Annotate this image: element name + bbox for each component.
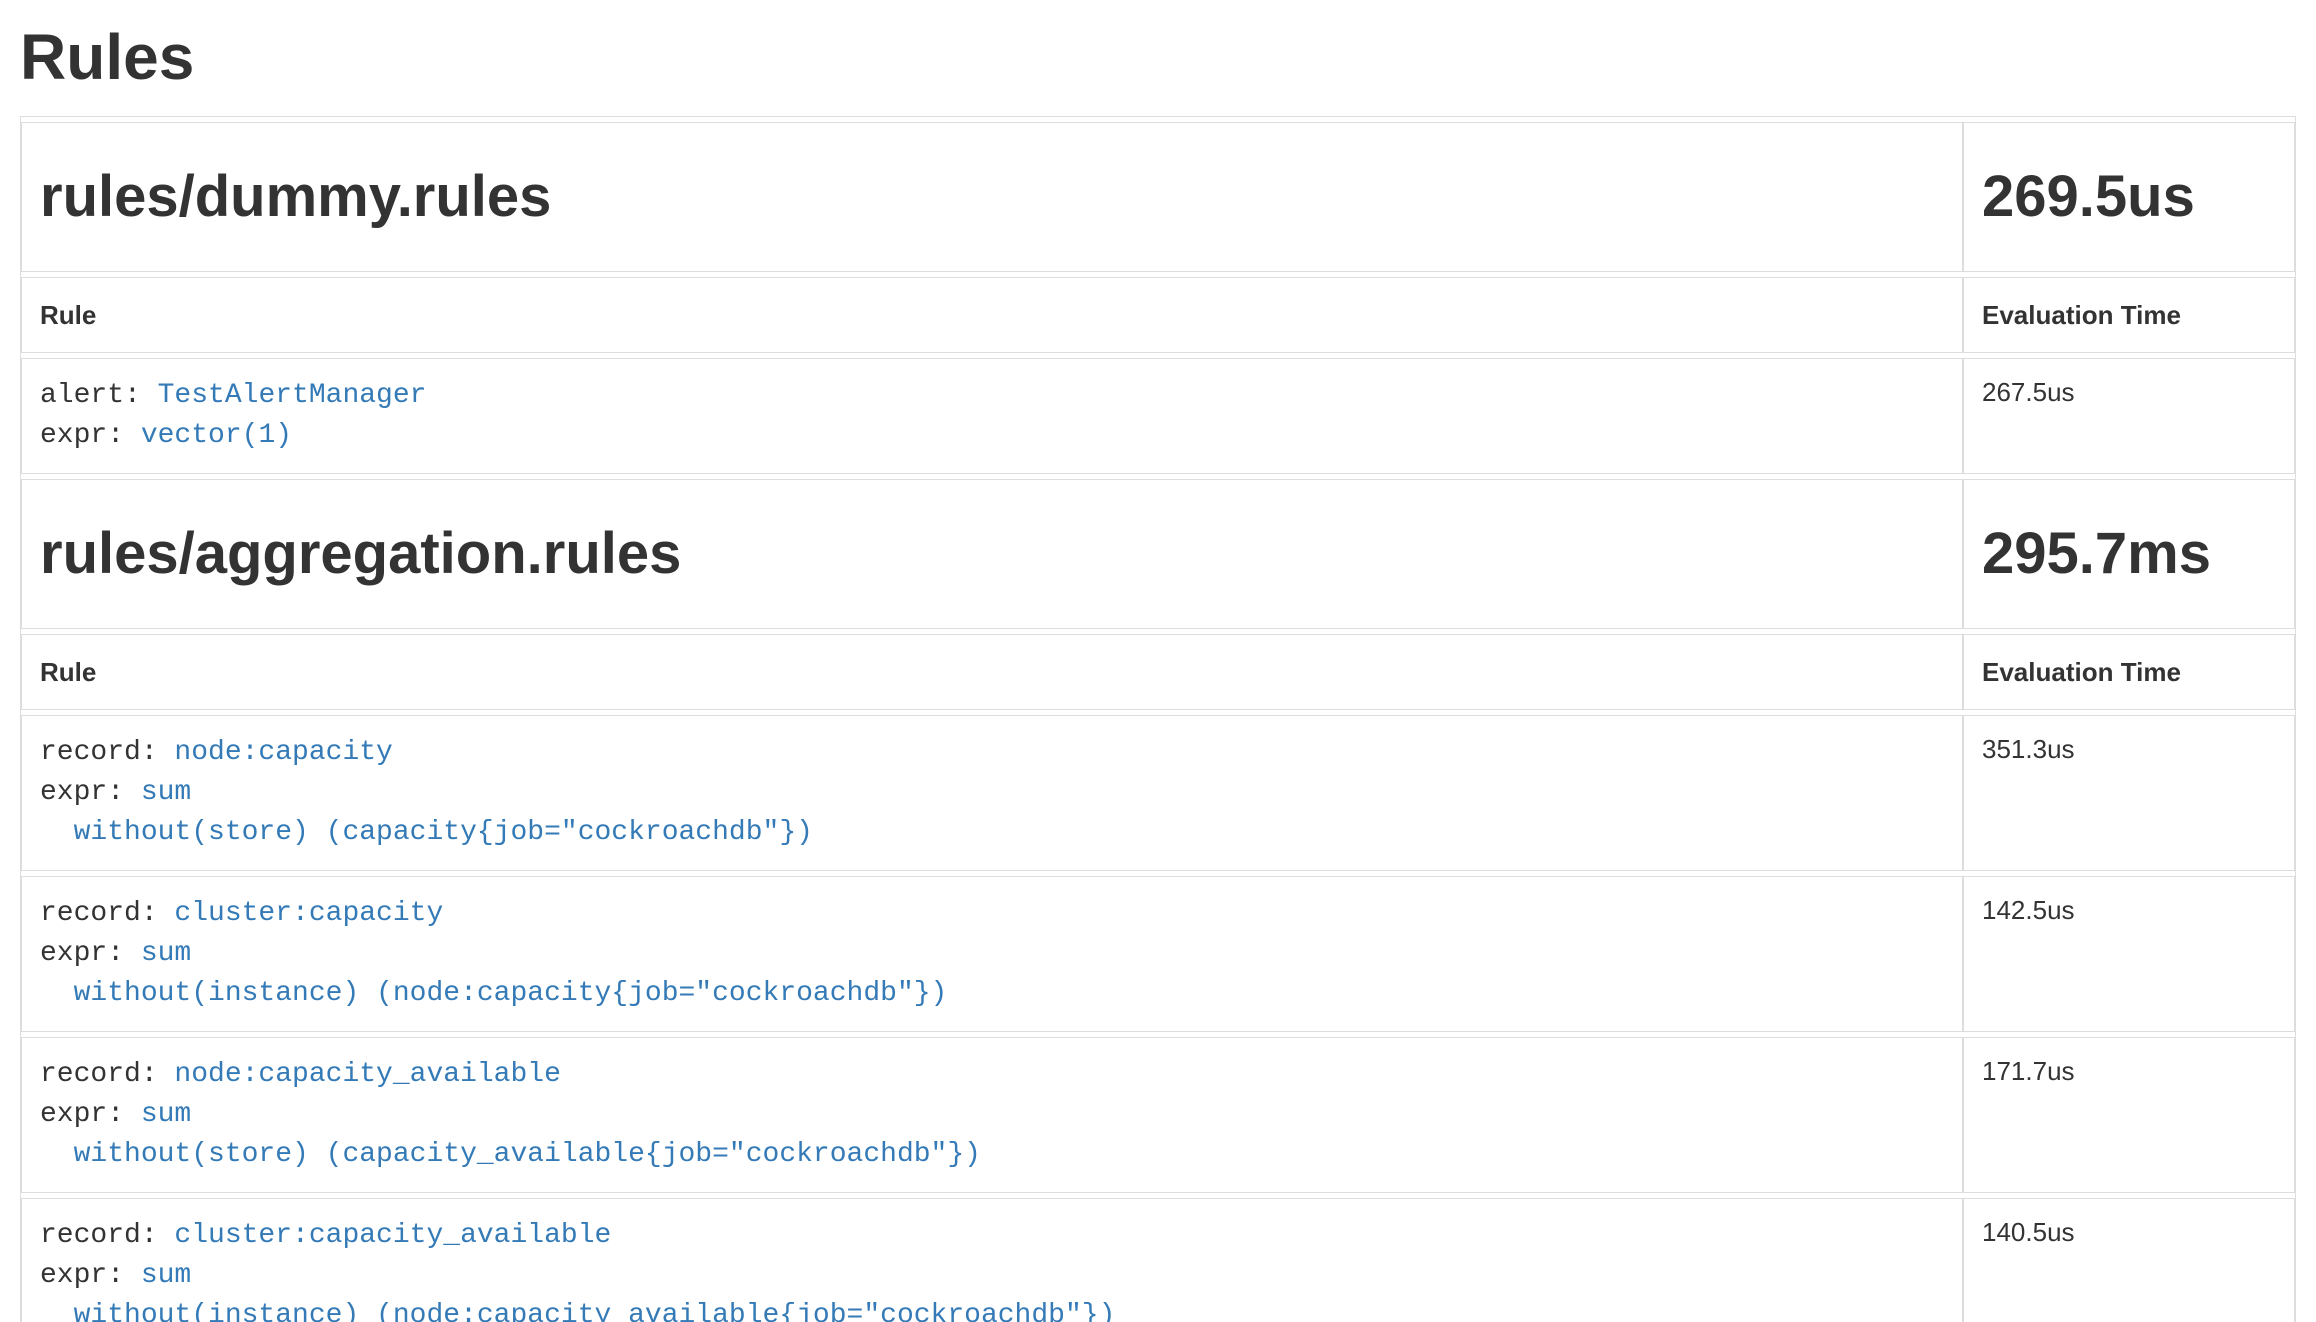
rule-definition: record: cluster:capacity expr: sum witho… [40, 894, 1944, 1014]
expression-link[interactable]: sum without(store) (capacity_available{j… [40, 1099, 981, 1170]
expression-link[interactable]: vector(1) [141, 420, 292, 451]
alert-name-link[interactable]: TestAlertManager [158, 380, 427, 411]
rule-row: record: node:capacity expr: sum without(… [21, 715, 2295, 871]
rule-group-name: rules/aggregation.rules [40, 522, 1944, 586]
rule-group-name-cell: rules/dummy.rules [21, 122, 1963, 272]
rule-definition: alert: TestAlertManager expr: vector(1) [40, 376, 1944, 456]
rule-group-name-cell: rules/aggregation.rules [21, 479, 1963, 629]
rule-keyword: record: [40, 737, 174, 768]
record-name-link[interactable]: cluster:capacity_available [174, 1220, 611, 1251]
expression-link[interactable]: sum without(instance) (node:capacity_ava… [40, 1260, 1115, 1322]
rule-eval-time: 267.5us [1963, 358, 2295, 474]
rule-row: record: node:capacity_available expr: su… [21, 1037, 2295, 1193]
eval-time-column-header: Evaluation Time [1963, 277, 2295, 353]
rule-keyword: expr: [40, 420, 141, 451]
rule-keyword: expr: [40, 777, 141, 808]
rule-definition: record: cluster:capacity_available expr:… [40, 1216, 1944, 1322]
rule-definition: record: node:capacity_available expr: su… [40, 1055, 1944, 1175]
expression-link[interactable]: sum without(store) (capacity{job="cockro… [40, 777, 813, 848]
rule-eval-time: 142.5us [1963, 876, 2295, 1032]
rules-page: Rules rules/dummy.rules 269.5us Rule Eva… [0, 22, 2316, 1322]
rule-eval-time: 351.3us [1963, 715, 2295, 871]
rule-row: alert: TestAlertManager expr: vector(1) … [21, 358, 2295, 474]
rule-row: record: cluster:capacity_available expr:… [21, 1198, 2295, 1322]
rule-group-eval-time-cell: 269.5us [1963, 122, 2295, 272]
rule-group-eval-time-cell: 295.7ms [1963, 479, 2295, 629]
rule-keyword: record: [40, 1220, 174, 1251]
rule-group-eval-time: 269.5us [1982, 165, 2276, 229]
page-title: Rules [20, 22, 2296, 92]
rule-group-eval-time: 295.7ms [1982, 522, 2276, 586]
rules-table: rules/dummy.rules 269.5us Rule Evaluatio… [20, 116, 2296, 1322]
rule-keyword: record: [40, 1059, 174, 1090]
record-name-link[interactable]: node:capacity_available [174, 1059, 560, 1090]
record-name-link[interactable]: cluster:capacity [174, 898, 443, 929]
column-header-row: Rule Evaluation Time [21, 277, 2295, 353]
rule-keyword: expr: [40, 938, 141, 969]
rule-definition: record: node:capacity expr: sum without(… [40, 733, 1944, 853]
rule-definition-cell: alert: TestAlertManager expr: vector(1) [21, 358, 1963, 474]
rule-group-header-row: rules/aggregation.rules 295.7ms [21, 479, 2295, 629]
rule-keyword: expr: [40, 1099, 141, 1130]
rule-definition-cell: record: node:capacity_available expr: su… [21, 1037, 1963, 1193]
rule-row: record: cluster:capacity expr: sum witho… [21, 876, 2295, 1032]
rule-definition-cell: record: node:capacity expr: sum without(… [21, 715, 1963, 871]
record-name-link[interactable]: node:capacity [174, 737, 392, 768]
rule-keyword: alert: [40, 380, 158, 411]
rule-eval-time: 171.7us [1963, 1037, 2295, 1193]
rule-group-header-row: rules/dummy.rules 269.5us [21, 122, 2295, 272]
rule-eval-time: 140.5us [1963, 1198, 2295, 1322]
rule-keyword: record: [40, 898, 174, 929]
expression-link[interactable]: sum without(instance) (node:capacity{job… [40, 938, 947, 1009]
rule-column-header: Rule [21, 277, 1963, 353]
rule-definition-cell: record: cluster:capacity_available expr:… [21, 1198, 1963, 1322]
rule-column-header: Rule [21, 634, 1963, 710]
rule-keyword: expr: [40, 1260, 141, 1291]
column-header-row: Rule Evaluation Time [21, 634, 2295, 710]
rule-definition-cell: record: cluster:capacity expr: sum witho… [21, 876, 1963, 1032]
eval-time-column-header: Evaluation Time [1963, 634, 2295, 710]
rule-group-name: rules/dummy.rules [40, 165, 1944, 229]
